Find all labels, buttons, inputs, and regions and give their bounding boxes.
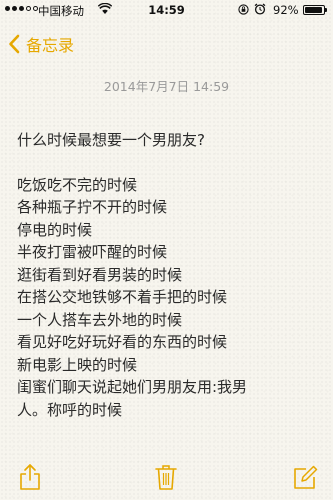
note-line: 一个人搭车去外地的时候 — [17, 310, 183, 329]
note-line: 各种瓶子拧不开的时候 — [17, 198, 168, 216]
note-line: 人。称呼的时候 — [17, 400, 123, 419]
note-title: 什么时候最想要一个男朋友? — [17, 131, 205, 149]
back-button-label: 备忘录 — [26, 36, 75, 55]
alarm-icon — [254, 3, 266, 15]
note-line: 新电影上映的时候 — [17, 355, 138, 374]
note-line: 逛街看到好看男装的时候 — [17, 265, 183, 284]
battery-fill — [305, 7, 322, 13]
note-line: 停电的时候 — [17, 220, 93, 239]
rotation-lock-icon — [238, 4, 249, 15]
chevron-left-icon — [9, 34, 20, 54]
note-line: 闺蜜们聊天说起她们男朋友用:我男 — [17, 378, 248, 396]
compose-icon[interactable] — [292, 463, 318, 491]
note-line: 看见好吃好玩好看的东西的时候 — [17, 333, 228, 351]
note-timestamp: 2014年7月7日 14:59 — [103, 79, 230, 94]
note-body[interactable]: 什么时候最想要一个男朋友? 吃饭吃不完的时候 各种瓶子拧不开的时候 停电的时候 … — [17, 129, 322, 421]
battery-icon — [303, 5, 327, 15]
note-line: 在搭公交地铁够不着手把的时候 — [17, 288, 228, 306]
bottom-toolbar — [0, 455, 333, 500]
note-line: 吃饭吃不完的时候 — [17, 175, 138, 194]
share-icon[interactable] — [17, 463, 43, 491]
note-line: 半夜打雷被吓醒的时候 — [17, 243, 168, 261]
battery-percent: 92% — [273, 3, 299, 17]
trash-icon[interactable] — [153, 463, 179, 491]
back-button[interactable]: 备忘录 — [8, 31, 74, 57]
status-bar: 中国移动 14:59 92% — [0, 0, 333, 20]
